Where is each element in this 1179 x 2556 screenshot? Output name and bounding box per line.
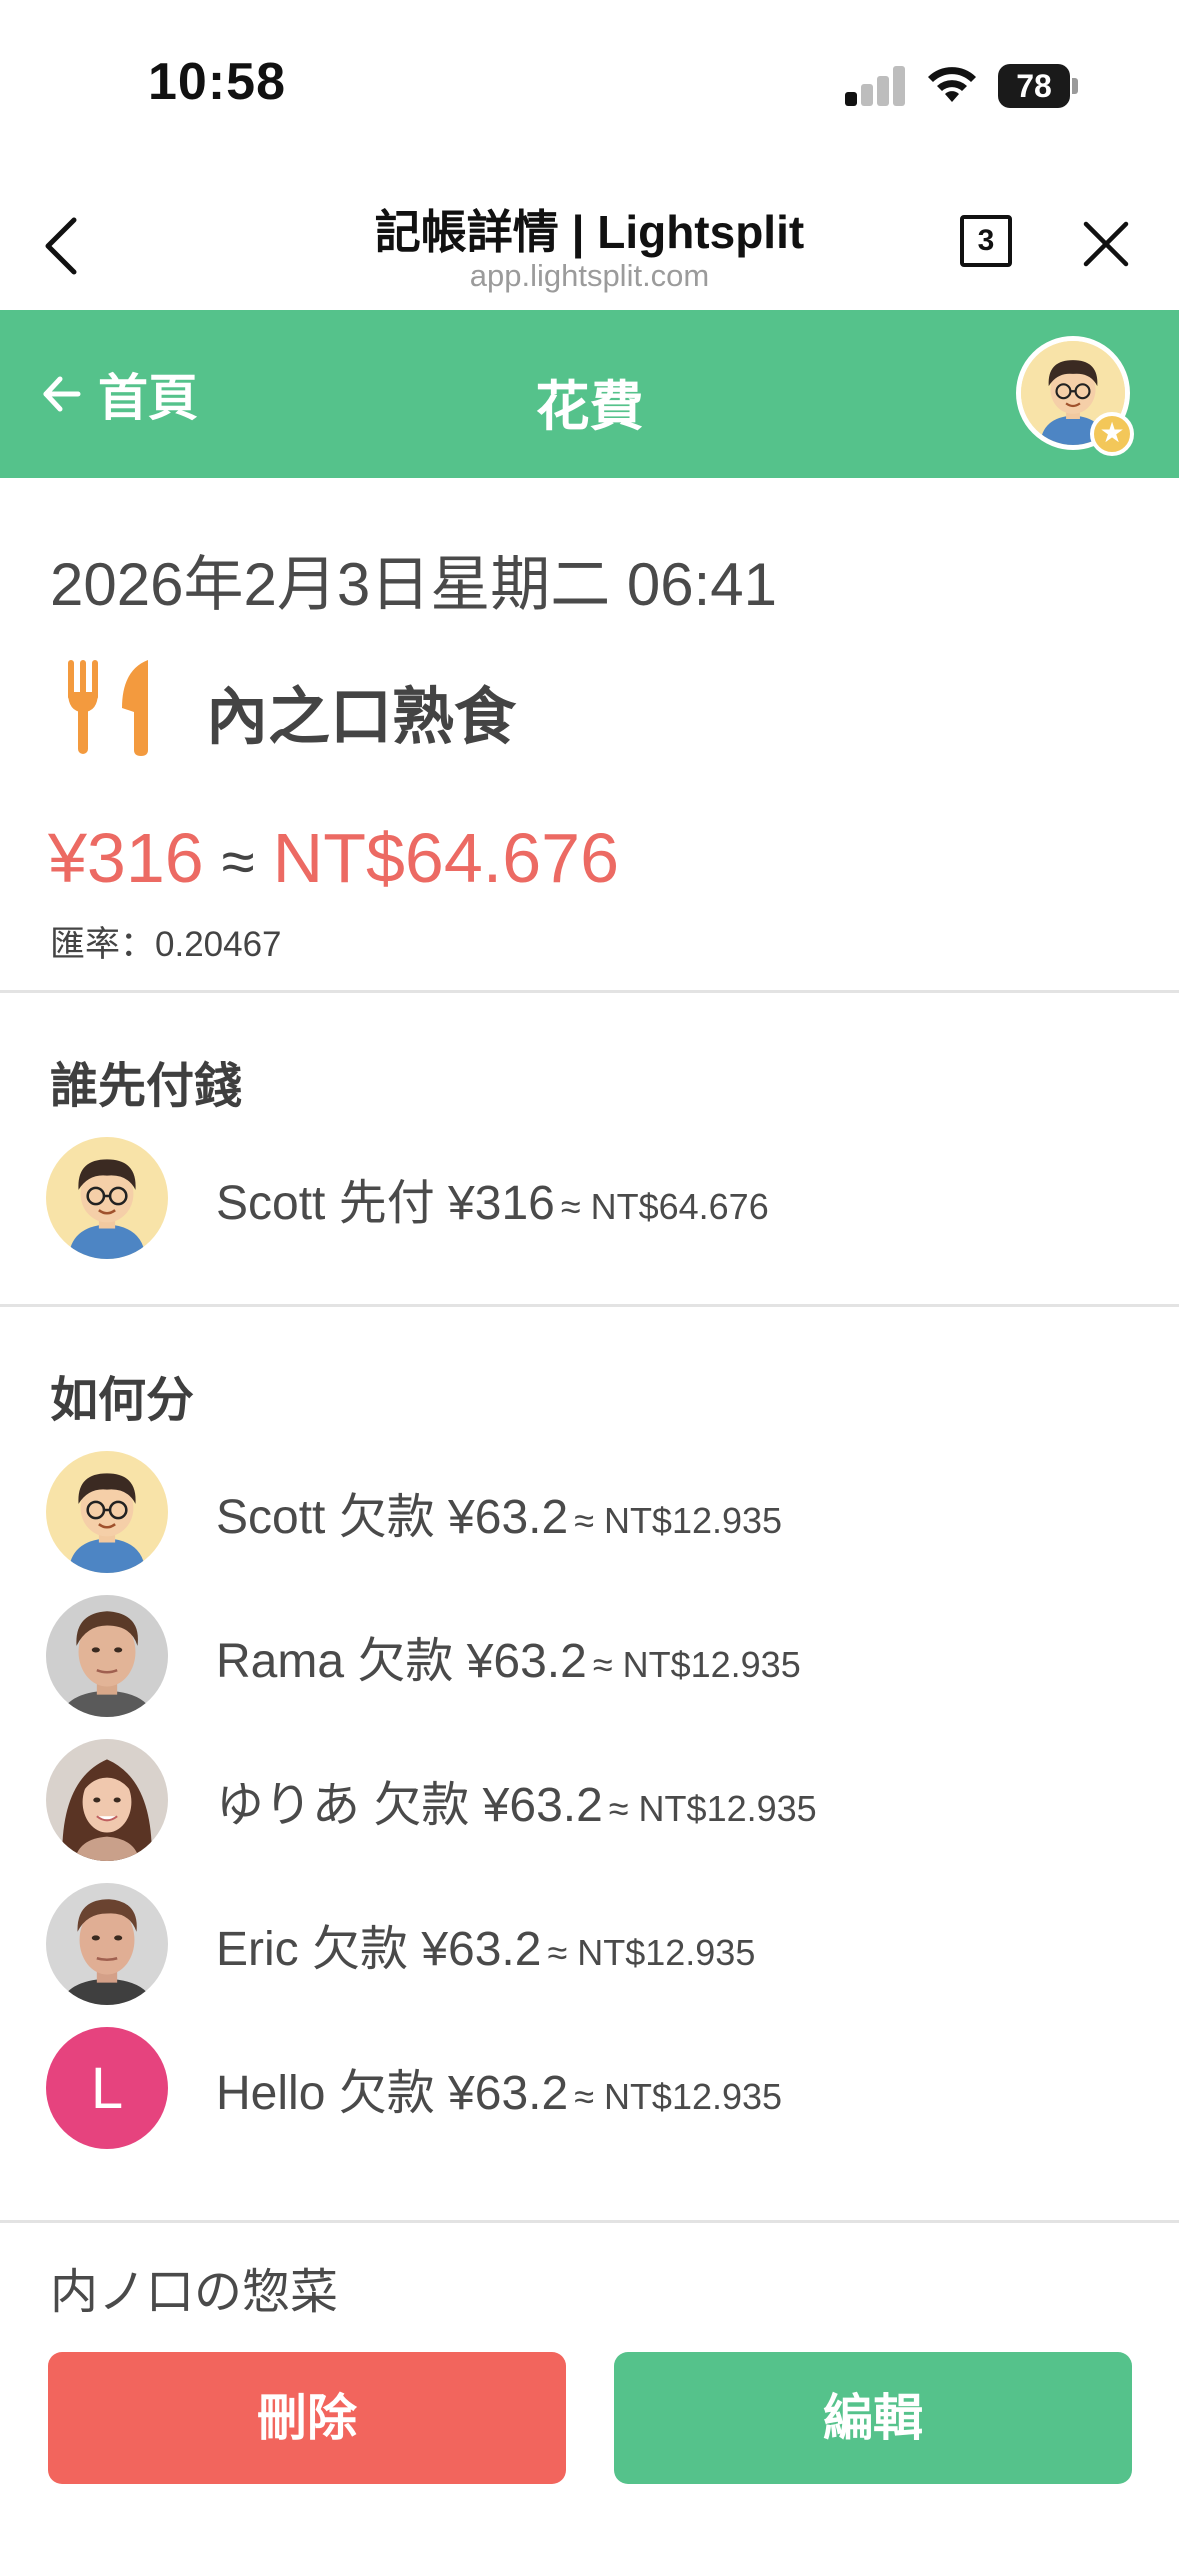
member-text: Eric 欠款 ¥63.2 ≈ NT$12.935 (216, 1909, 755, 1979)
payer-amount: Scott 先付 ¥316 (216, 1177, 555, 1230)
avatar (46, 1451, 168, 1573)
star-badge-icon: ★ (1090, 412, 1134, 456)
home-label: 首頁 (98, 370, 198, 426)
split-member-row: L Hello 欠款 ¥63.2 ≈ NT$12.935 (46, 2026, 782, 2150)
split-section-title: 如何分 (50, 1374, 195, 1427)
split-member-row: Rama 欠款 ¥63.2 ≈ NT$12.935 (46, 1594, 801, 1718)
avatar (46, 1883, 168, 2005)
amount-original: ¥316 (48, 819, 204, 897)
member-amount: Hello 欠款 ¥63.2 (216, 2067, 569, 2120)
expense-amount: ¥316 ≈ NT$64.676 (48, 818, 619, 898)
member-text: ゆりあ 欠款 ¥63.2 ≈ NT$12.935 (216, 1765, 817, 1835)
avatar (46, 1739, 168, 1861)
divider (0, 1304, 1179, 1307)
member-amount: ゆりあ 欠款 ¥63.2 (216, 1779, 603, 1832)
member-converted: ≈ NT$12.935 (547, 1932, 756, 1973)
payer-text: Scott 先付 ¥316 ≈ NT$64.676 (216, 1163, 769, 1233)
home-back-link[interactable]: 首頁 (42, 362, 198, 426)
split-member-row: ゆりあ 欠款 ¥63.2 ≈ NT$12.935 (46, 1738, 817, 1862)
tabs-count-button[interactable]: 3 (960, 215, 1012, 267)
wifi-icon (928, 67, 976, 102)
browser-bar: 記帳詳情 | Lightsplit app.lightsplit.com 3 (0, 170, 1179, 310)
status-time: 10:58 (148, 53, 286, 111)
status-bar: 10:58 78 (0, 0, 1179, 170)
member-amount: Scott 欠款 ¥63.2 (216, 1491, 569, 1544)
battery-icon: 78 (998, 64, 1078, 108)
member-converted: ≈ NT$12.935 (608, 1788, 817, 1829)
split-member-row: Scott 欠款 ¥63.2 ≈ NT$12.935 (46, 1450, 782, 1574)
divider (0, 990, 1179, 993)
battery-level: 78 (1016, 68, 1052, 104)
member-text: Scott 欠款 ¥63.2 ≈ NT$12.935 (216, 1477, 782, 1547)
member-amount: Eric 欠款 ¥63.2 (216, 1923, 542, 1976)
member-converted: ≈ NT$12.935 (574, 2076, 783, 2117)
avatar (46, 1595, 168, 1717)
expense-name: 內之口熟食 (206, 683, 517, 752)
app-header: 首頁 花費 ★ (0, 310, 1179, 478)
member-text: Rama 欠款 ¥63.2 ≈ NT$12.935 (216, 1621, 801, 1691)
fork-knife-icon (68, 660, 148, 756)
member-converted: ≈ NT$12.935 (592, 1644, 801, 1685)
arrow-left-icon (43, 376, 81, 412)
payer-section-title: 誰先付錢 (50, 1060, 243, 1113)
cellular-signal-icon (845, 66, 905, 106)
edit-button[interactable]: 編輯 (614, 2352, 1132, 2484)
split-member-row: Eric 欠款 ¥63.2 ≈ NT$12.935 (46, 1882, 755, 2006)
avatar-initial-letter: L (90, 2055, 124, 2121)
member-converted: ≈ NT$12.935 (574, 1500, 783, 1541)
payer-row: Scott 先付 ¥316 ≈ NT$64.676 (46, 1136, 769, 1260)
expense-datetime: 2026年2月3日星期二 06:41 (50, 551, 778, 618)
amount-converted: NT$64.676 (272, 819, 620, 897)
approx-sign: ≈ (221, 828, 255, 895)
exchange-rate: 匯率：0.20467 (50, 925, 282, 964)
expense-note: 内ノ口の惣菜 (50, 2266, 339, 2319)
avatar (46, 1137, 168, 1259)
close-icon[interactable] (1082, 220, 1130, 268)
delete-button[interactable]: 刪除 (48, 2352, 566, 2484)
member-text: Hello 欠款 ¥63.2 ≈ NT$12.935 (216, 2053, 782, 2123)
payer-converted: ≈ NT$64.676 (560, 1186, 769, 1227)
member-amount: Rama 欠款 ¥63.2 (216, 1635, 587, 1688)
avatar-initial: L (46, 2027, 168, 2149)
divider (0, 2220, 1179, 2223)
